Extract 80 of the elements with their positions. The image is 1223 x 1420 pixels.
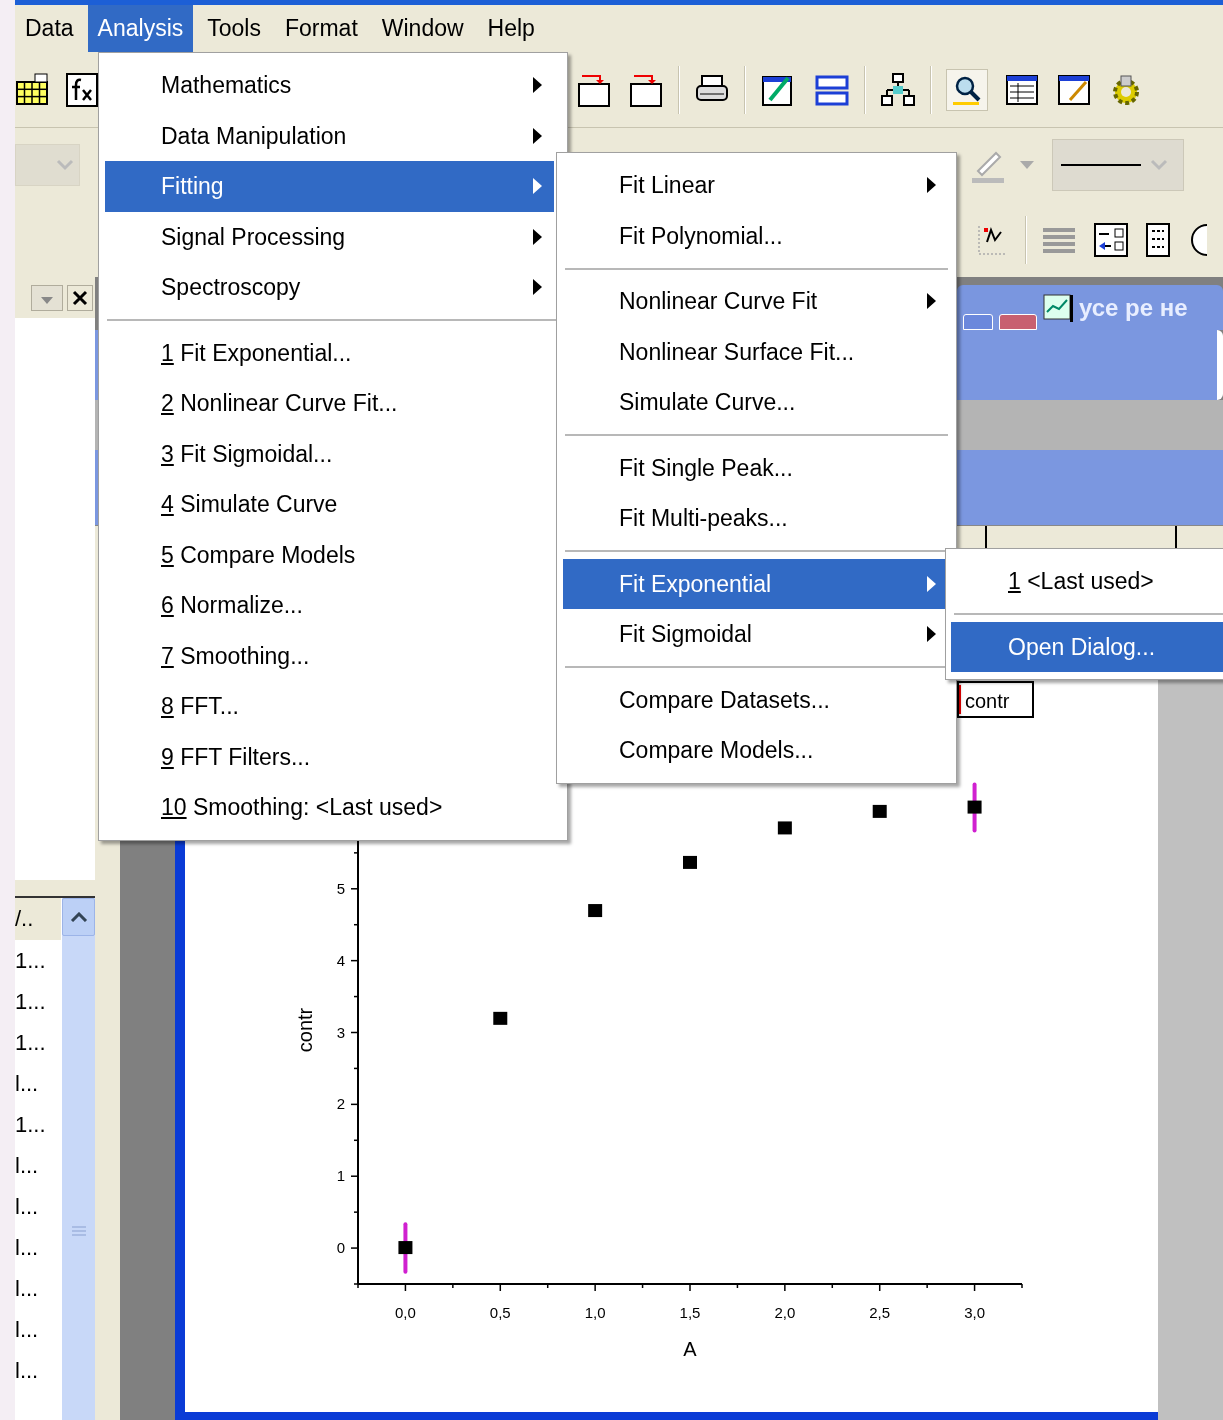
menu-item[interactable]: Nonlinear Surface Fit... xyxy=(563,326,950,377)
list-item[interactable]: l... xyxy=(15,1350,61,1391)
menu-item[interactable]: Spectroscopy xyxy=(105,262,554,313)
caret-icon xyxy=(1149,159,1169,171)
legend-label: contr xyxy=(965,690,1010,712)
menu-item[interactable]: Fit Linear xyxy=(563,160,950,211)
column-header: /.. xyxy=(15,898,61,940)
list-item[interactable]: 1... xyxy=(15,981,61,1022)
menu-item[interactable]: Mathematics xyxy=(105,60,554,111)
menu-item[interactable]: Open Dialog... xyxy=(951,621,1223,672)
window-title: усе ре не xyxy=(1079,292,1188,323)
x-tick-label: 2,5 xyxy=(869,1304,891,1321)
caret-icon xyxy=(69,912,88,922)
y-tick-label: 2 xyxy=(336,1095,346,1113)
menu-item[interactable]: Data Manipulation xyxy=(105,110,554,161)
menu-item[interactable]: Signal Processing xyxy=(105,211,554,262)
menu-item[interactable]: 1 Fit Exponential... xyxy=(105,327,554,378)
x-tick-label: 0,0 xyxy=(395,1304,416,1321)
menu-item[interactable]: 2 Nonlinear Curve Fit... xyxy=(105,378,554,429)
menu-item[interactable]: Fit Single Peak... xyxy=(563,442,950,493)
y-tick-label: 4 xyxy=(336,951,346,969)
menu-item[interactable]: Fit Polynomial... xyxy=(563,210,950,261)
list-item[interactable]: 1... xyxy=(15,940,61,981)
grip-icon xyxy=(71,1226,86,1236)
menu-item[interactable]: Fitting xyxy=(105,161,554,212)
hierarchy-icon[interactable] xyxy=(880,71,916,108)
menu-item[interactable]: 7 Smoothing... xyxy=(105,630,554,681)
menu-item[interactable]: 1 <Last used> xyxy=(951,556,1223,607)
list-item[interactable]: l... xyxy=(15,1145,61,1186)
menu-item[interactable]: Simulate Curve... xyxy=(563,377,950,428)
function-icon[interactable] xyxy=(65,71,101,108)
close-button[interactable] xyxy=(999,314,1037,330)
dropdown-field[interactable] xyxy=(15,144,80,186)
x-tick-label: 1,5 xyxy=(679,1304,701,1321)
menu-item[interactable]: 4 Simulate Curve xyxy=(105,479,554,530)
y-tick-label: 3 xyxy=(336,1023,346,1041)
close-icon[interactable] xyxy=(67,284,93,311)
menu-item[interactable]: 10 Smoothing: <Last used> xyxy=(105,782,554,833)
scroll-up-button[interactable] xyxy=(62,898,95,936)
menu-bar-item[interactable]: Format xyxy=(274,5,368,52)
x-axis-title: A xyxy=(683,1338,697,1360)
x-tick-label: 0,5 xyxy=(489,1304,511,1321)
menu-item[interactable]: Nonlinear Curve Fit xyxy=(563,276,950,327)
list-item[interactable]: l... xyxy=(15,1186,61,1227)
menu-bar-item[interactable]: Tools xyxy=(197,5,271,52)
x-tick-label: 2,0 xyxy=(774,1304,796,1321)
legend-icon[interactable] xyxy=(1093,221,1129,258)
menu-item[interactable]: 3 Fit Sigmoidal... xyxy=(105,428,554,479)
y-axis-title: contr xyxy=(294,1007,316,1053)
menu-bar-item[interactable]: Window xyxy=(371,5,474,52)
list-item[interactable]: l... xyxy=(15,1268,61,1309)
list-item[interactable]: l... xyxy=(15,1063,61,1104)
list-item[interactable]: 1... xyxy=(15,1104,61,1145)
line-style-dropdown[interactable] xyxy=(1052,139,1184,191)
error-bar xyxy=(972,782,977,833)
menu-item[interactable]: 8 FFT... xyxy=(105,681,554,732)
caret-icon xyxy=(55,159,75,171)
graph-window-icon xyxy=(1043,293,1073,322)
menu-bar-item[interactable]: Data xyxy=(15,5,84,52)
layer-list-icon[interactable] xyxy=(1145,221,1171,258)
menu-bar-item[interactable]: Analysis xyxy=(87,5,194,52)
y-tick-label: 5 xyxy=(336,879,346,897)
menu-item[interactable]: Compare Models... xyxy=(563,725,950,776)
menu-item[interactable]: Fit Multi-peaks... xyxy=(563,493,950,544)
list-item[interactable]: l... xyxy=(15,1227,61,1268)
worksheet-icon[interactable] xyxy=(15,71,51,108)
x-tick-label: 3,0 xyxy=(964,1304,985,1321)
y-tick-label: 1 xyxy=(336,1167,346,1185)
menu-item[interactable]: Compare Datasets... xyxy=(563,674,950,725)
menu-item[interactable]: 9 FFT Filters... xyxy=(105,731,554,782)
y-tick-label: 0 xyxy=(336,1239,346,1257)
error-bar xyxy=(403,1222,408,1274)
menu-item[interactable]: 6 Normalize... xyxy=(105,580,554,631)
list-item[interactable]: l... xyxy=(15,1309,61,1350)
scrollbar[interactable] xyxy=(61,898,95,1420)
menu-item[interactable]: 5 Compare Models xyxy=(105,529,554,580)
list-item[interactable]: 1... xyxy=(15,1022,61,1063)
minimize-button[interactable] xyxy=(963,314,993,330)
x-tick-label: 1,0 xyxy=(584,1304,606,1321)
menu-bar-item[interactable]: Help xyxy=(477,5,545,52)
